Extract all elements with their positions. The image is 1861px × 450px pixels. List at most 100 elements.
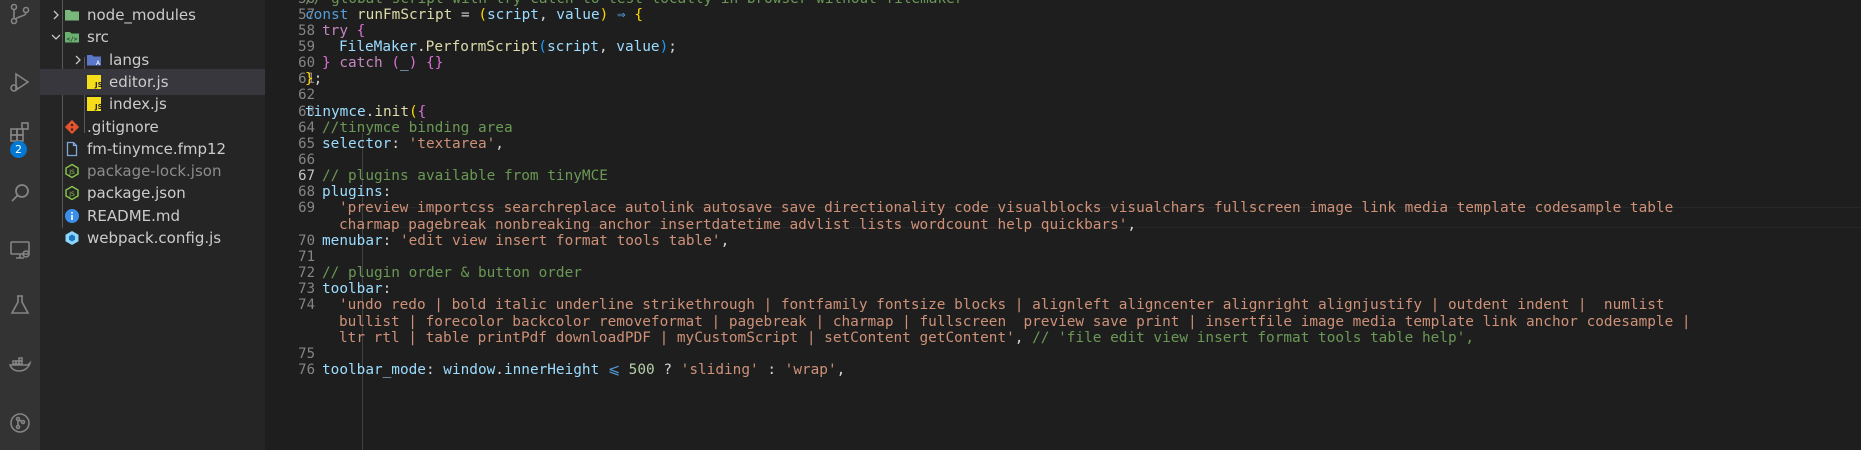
code-token: : [382,281,392,298]
code-token: , [1127,216,1137,233]
code-token: innerHeight [503,361,600,378]
code-line: } catch (_) {} [322,54,443,73]
code-token: 'textarea' [408,135,496,152]
code-token: , [598,38,617,55]
line-number: 76 [298,361,315,378]
code-token: value [616,38,660,55]
code-token: bullist | forecolor backcolor removeform… [339,313,1691,330]
chevron-right-icon[interactable] [70,54,86,66]
code-token: { [634,6,643,23]
source-control-icon[interactable] [0,0,40,34]
explorer-item-label: src [87,28,109,47]
code-line: }; [305,70,322,89]
git-file-icon [64,119,80,135]
code-token: toolbar_mode [322,361,426,378]
code-token: {} [426,55,444,72]
docker-icon[interactable] [0,345,40,385]
code-token: = [452,6,479,23]
code-token: ⩽ [607,361,620,378]
code-editor[interactable]: 5657585960616263646566676869707172737475… [265,0,1861,450]
code-token: ⇒ [616,6,626,23]
code-token: //tinymce binding area [322,119,513,136]
code-token: . [495,361,504,378]
activity-bar: 2 [0,0,40,450]
code-token: : [391,135,409,152]
git-graph-icon[interactable] [0,403,40,443]
code-token: script [546,38,599,55]
code-token: selector [322,135,392,152]
code-token: { [417,103,427,120]
extensions-badge: 2 [10,141,27,158]
line-number: 69 [298,200,315,217]
code-token: runFmScript [357,6,453,23]
explorer-item-label: package-lock.json [87,162,222,181]
code-token: // 'file edit view insert format tools t… [1032,329,1474,346]
code-token: _ [400,55,409,72]
explorer-item-label: node_modules [87,6,196,24]
code-line: menubar: 'edit view insert format tools … [322,232,729,251]
remote-explorer-icon[interactable] [0,230,40,270]
folder-icon [64,7,80,23]
explorer-item-label: package.json [87,184,186,203]
code-token: 500 [628,361,655,378]
explorer-sidebar: node_modules </> src Alangs JS editor.js JS ind… [40,0,265,450]
code-token: script [486,6,539,23]
code-line: ltr rtl | table printPdf downloadPDF | m… [339,329,1474,348]
code-token: , [720,232,730,249]
code-token: 'wrap' [784,361,837,378]
code-token: } [322,55,331,72]
code-token: 'edit view insert format tools table' [399,232,721,249]
code-token: : [758,361,785,378]
code-token: ; [668,38,677,55]
code-token: value [556,6,600,23]
code-token: 'sliding' [680,361,759,378]
chevron-down-icon[interactable] [48,31,64,43]
code-token: { [356,22,366,39]
line-number: 74 [298,297,315,314]
search-icon[interactable] [0,173,40,213]
webpack-file-icon [64,230,80,246]
code-token: menubar [322,232,383,249]
code-token: ( [408,103,418,120]
code-token: ) [659,38,669,55]
svg-text:JS: JS [94,81,102,89]
code-token: ( [478,6,487,23]
code-token: PerformScript [425,38,539,55]
explorer-item-webpack-config-js[interactable]: webpack.config.js [40,225,265,251]
explorer-item-label: webpack.config.js [87,229,222,247]
code-token: 'preview importcss searchreplace autolin… [339,200,1674,217]
svg-text:JS: JS [94,103,102,111]
code-token: 'undo redo | bold italic underline strik… [339,297,1665,314]
svg-text:JS: JS [68,191,75,198]
code-token: FileMaker [339,38,417,55]
code-token: const [305,6,349,23]
svg-text:</>: </> [67,36,78,43]
chevron-right-icon[interactable] [48,9,64,21]
code-token: // plugin order & button order [322,265,582,282]
code-token: // plugins available from tinyMCE [322,168,608,185]
code-token: ( [538,38,547,55]
code-token: ltr rtl | table printPdf downloadPDF | m… [339,329,1015,346]
code-token: : [382,184,392,201]
explorer-item-label: index.js [109,95,167,114]
info-file-icon [64,208,80,224]
code-token: ( [391,55,401,72]
code-token: tinymce [305,103,366,120]
code-token: try [322,22,348,39]
javascript-file-icon: JS [86,74,102,90]
code-token: , [538,6,557,23]
code-line: selector: 'textarea', [322,135,504,154]
code-token: window [443,361,496,378]
nodejs-file-icon: JS [64,185,80,201]
code-token: toolbar [322,281,383,298]
run-debug-icon[interactable] [0,62,40,102]
testing-icon[interactable] [0,285,40,325]
code-token: ? [654,361,681,378]
code-token: init [374,103,409,120]
code-token: charmap pagebreak nonbreaking anchor ins… [339,216,1128,233]
explorer-item-label: langs [109,50,150,69]
code-line: toolbar_mode: window.innerHeight ⩽ 500 ?… [322,361,845,380]
